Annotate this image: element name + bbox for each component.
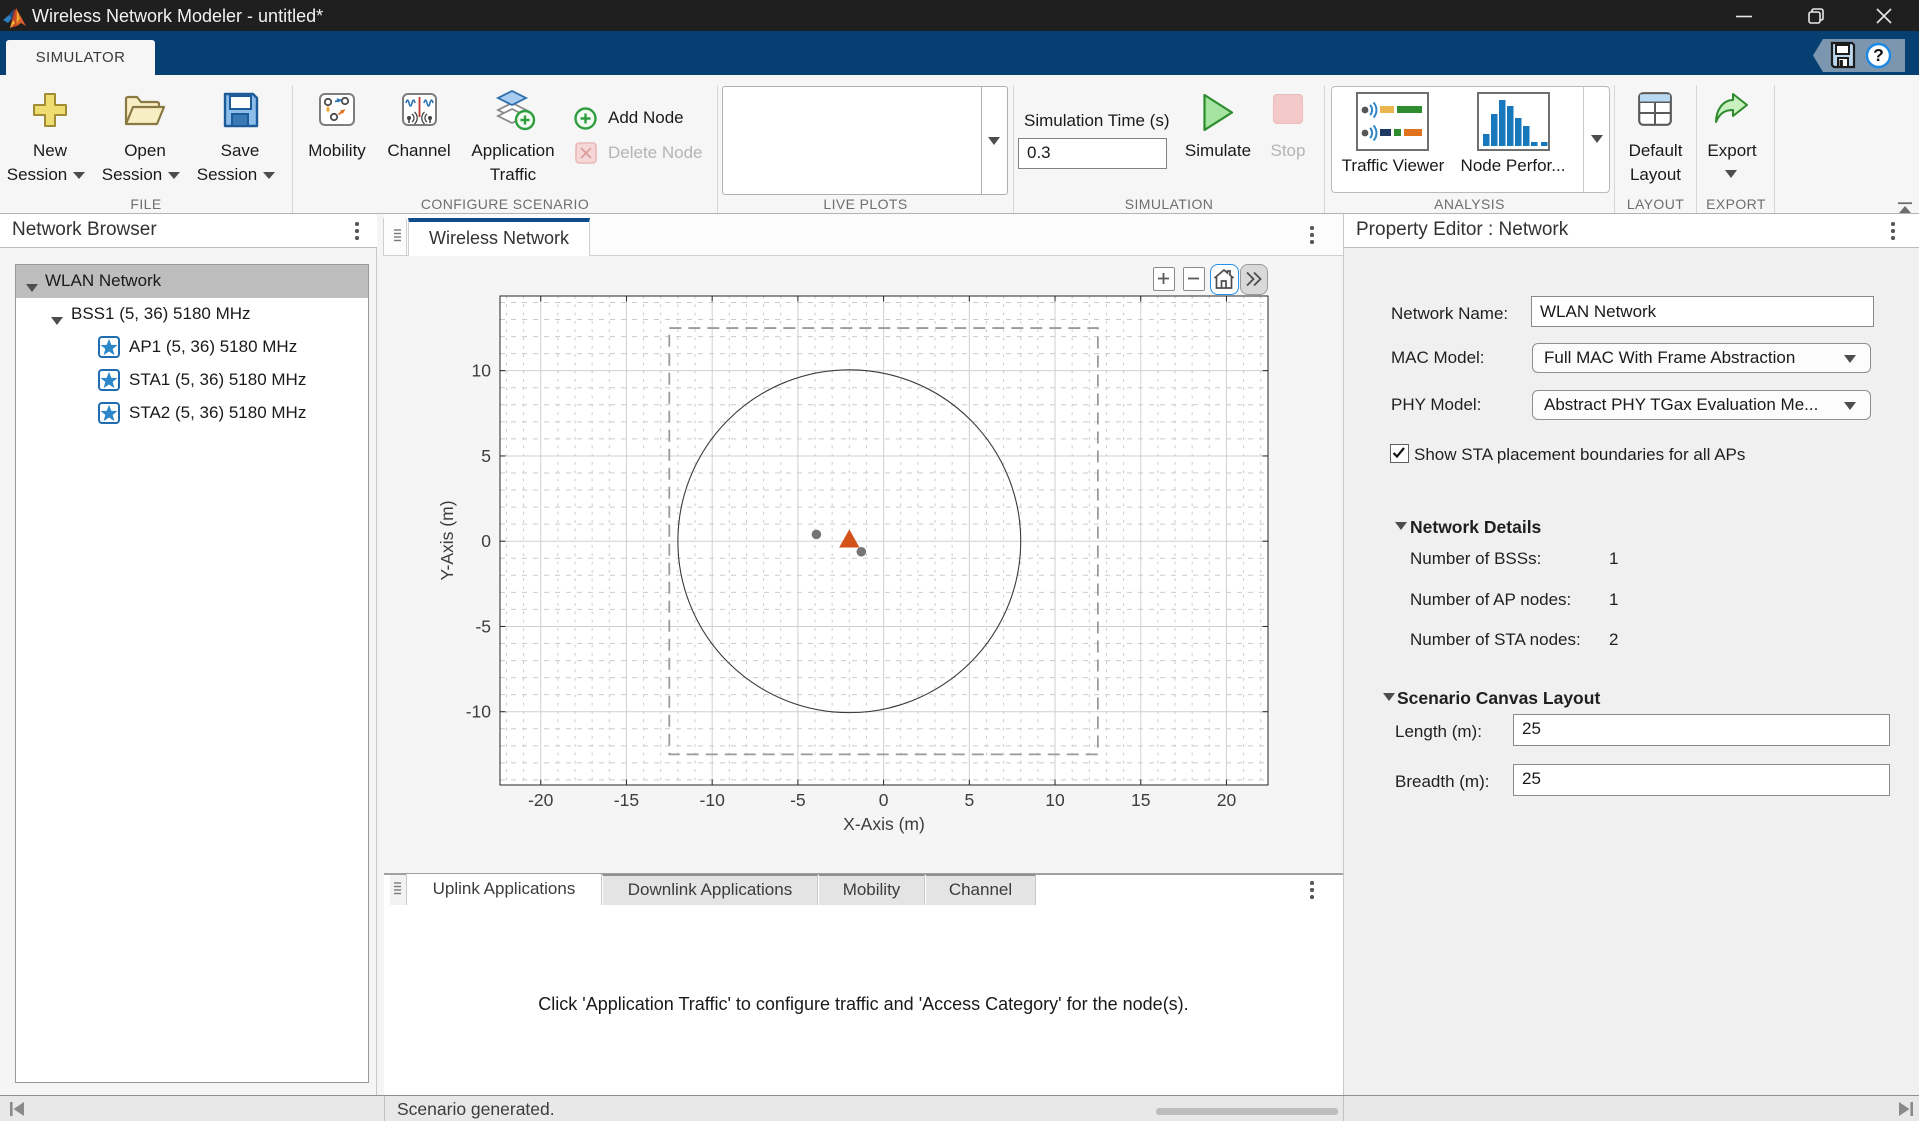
svg-text:-10: -10 <box>466 702 492 722</box>
svg-text:15: 15 <box>1131 790 1150 810</box>
svg-text:X-Axis (m): X-Axis (m) <box>843 814 925 834</box>
svg-text:-5: -5 <box>475 616 491 636</box>
svg-text:-5: -5 <box>790 790 806 810</box>
svg-text:-15: -15 <box>614 790 639 810</box>
svg-text:5: 5 <box>964 790 974 810</box>
svg-text:?: ? <box>1873 45 1884 65</box>
svg-text:10: 10 <box>1045 790 1065 810</box>
svg-text:20: 20 <box>1217 790 1237 810</box>
svg-text:0: 0 <box>481 531 491 551</box>
svg-text:0: 0 <box>879 790 889 810</box>
svg-text:5: 5 <box>481 446 491 466</box>
svg-text:Y-Axis (m): Y-Axis (m) <box>437 500 457 580</box>
svg-text:-20: -20 <box>528 790 554 810</box>
svg-text:10: 10 <box>472 361 492 381</box>
svg-text:-10: -10 <box>700 790 726 810</box>
